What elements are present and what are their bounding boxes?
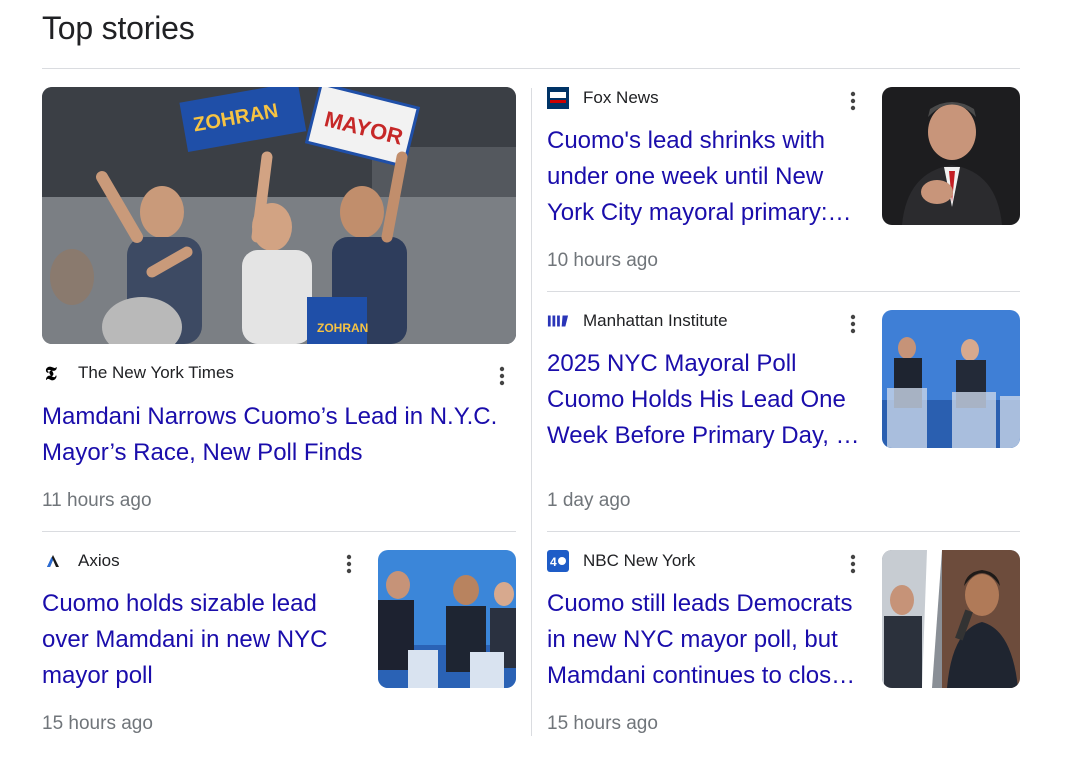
split-candidates-photo xyxy=(882,550,1020,688)
source-name: Axios xyxy=(78,551,120,570)
more-options-button[interactable] xyxy=(841,552,865,576)
story-image-axios[interactable] xyxy=(378,550,516,688)
nbc-new-york-logo-icon: 4 xyxy=(547,550,569,572)
fox-news-logo-icon xyxy=(547,87,569,109)
story-divider xyxy=(547,531,1020,532)
debate-stage-photo xyxy=(882,310,1020,448)
story-image-nyt[interactable]: ZOHRAN MAYOR ZOHRAN xyxy=(42,87,516,344)
story-title-link[interactable]: Mamdani Narrows Cuomo’s Lead in N.Y.C. M… xyxy=(42,399,516,471)
story-source-mi: Manhattan Institute xyxy=(547,310,728,332)
story-timestamp: 15 hours ago xyxy=(42,713,153,734)
more-options-button[interactable] xyxy=(841,312,865,336)
story-source-nbc: 4 NBC New York xyxy=(547,550,695,572)
story-title-link[interactable]: Cuomo's lead shrinks with under one week… xyxy=(547,123,862,231)
more-vert-icon xyxy=(850,554,856,574)
story-title-link[interactable]: Cuomo holds sizable lead over Mamdani in… xyxy=(42,586,357,694)
rally-photo: ZOHRAN MAYOR ZOHRAN xyxy=(42,87,516,344)
story-timestamp: 15 hours ago xyxy=(547,713,658,734)
source-name: Fox News xyxy=(583,88,659,107)
cuomo-portrait-photo xyxy=(882,87,1020,225)
more-vert-icon xyxy=(499,366,505,386)
story-divider xyxy=(547,291,1020,292)
story-image-fox[interactable] xyxy=(882,87,1020,225)
story-image-mi[interactable] xyxy=(882,310,1020,448)
more-options-button[interactable] xyxy=(337,552,361,576)
column-divider xyxy=(531,88,532,736)
more-vert-icon xyxy=(346,554,352,574)
candidates-stage-photo xyxy=(378,550,516,688)
story-timestamp: 10 hours ago xyxy=(547,250,658,271)
more-vert-icon xyxy=(850,91,856,111)
section-heading: Top stories xyxy=(42,10,195,46)
source-name: Manhattan Institute xyxy=(583,311,728,330)
story-timestamp: 1 day ago xyxy=(547,490,631,511)
story-image-nbc[interactable] xyxy=(882,550,1020,688)
heading-divider xyxy=(42,68,1020,69)
story-title-link[interactable]: 2025 NYC Mayoral Poll Cuomo Holds His Le… xyxy=(547,346,867,454)
story-divider xyxy=(42,531,516,532)
story-source-nyt: 𝕿 The New York Times xyxy=(42,362,234,384)
more-options-button[interactable] xyxy=(490,364,514,388)
manhattan-institute-logo-icon xyxy=(547,310,569,332)
sign-text-3: ZOHRAN xyxy=(317,321,368,335)
more-options-button[interactable] xyxy=(841,89,865,113)
story-timestamp: 11 hours ago xyxy=(42,490,152,511)
more-vert-icon xyxy=(850,314,856,334)
nyt-logo-icon: 𝕿 xyxy=(42,362,64,384)
story-title-link[interactable]: Cuomo still leads Democrats in new NYC m… xyxy=(547,586,862,694)
story-source-fox: Fox News xyxy=(547,87,659,109)
svg-text:𝕿: 𝕿 xyxy=(45,364,57,383)
story-source-axios: Axios xyxy=(42,550,120,572)
source-name: NBC New York xyxy=(583,551,696,570)
axios-logo-icon xyxy=(42,550,64,572)
source-name: The New York Times xyxy=(78,363,234,382)
svg-text:4: 4 xyxy=(550,555,557,569)
